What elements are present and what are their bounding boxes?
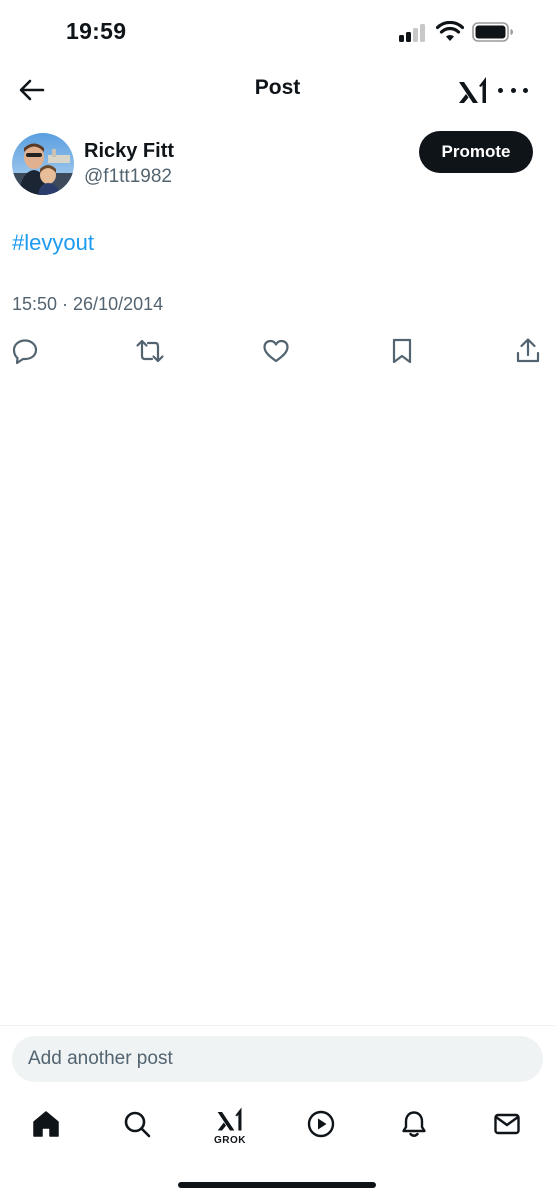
post-actions-bar <box>0 334 555 368</box>
video-icon <box>307 1110 335 1138</box>
grok-logo-icon <box>459 77 486 103</box>
compose-divider <box>0 1025 555 1026</box>
home-indicator[interactable] <box>178 1182 376 1188</box>
status-bar: 19:59 <box>0 0 555 66</box>
reply-button[interactable] <box>9 334 41 368</box>
tab-video[interactable] <box>301 1104 341 1144</box>
more-options-button[interactable] <box>498 76 528 104</box>
status-time: 19:59 <box>66 18 127 44</box>
home-icon <box>33 1111 59 1137</box>
grok-icon <box>217 1107 242 1131</box>
tab-search[interactable] <box>117 1104 157 1144</box>
grok-button[interactable] <box>456 73 490 107</box>
messages-icon <box>494 1113 520 1135</box>
like-icon <box>263 339 289 363</box>
cellular-signal-icon <box>399 24 429 42</box>
grok-tab-label: GROK <box>214 1135 246 1146</box>
post-detail-screen: 19:59 Post Ricky Fitt @f1tt1982 Promote … <box>0 0 555 1200</box>
author-handle[interactable]: @f1tt1982 <box>84 166 172 188</box>
ellipsis-dot <box>510 87 516 93</box>
add-another-post-input[interactable]: Add another post <box>12 1036 543 1082</box>
tab-home[interactable] <box>26 1104 66 1144</box>
share-button[interactable] <box>512 334 544 368</box>
notifications-icon <box>402 1111 426 1137</box>
post-timestamp: 15:50 · 26/10/2014 <box>12 294 164 314</box>
avatar[interactable] <box>12 133 74 195</box>
ellipsis-dot <box>498 87 503 93</box>
search-icon <box>124 1111 151 1138</box>
like-button[interactable] <box>260 334 292 368</box>
profile-photo <box>12 133 74 195</box>
top-navigation-bar: Post <box>0 66 555 114</box>
reply-icon <box>12 339 38 365</box>
bottom-tab-bar: GROK <box>0 1096 555 1156</box>
bookmark-icon <box>392 338 412 364</box>
battery-icon <box>472 22 513 42</box>
ellipsis-dot <box>523 87 528 93</box>
post-hashtag-link[interactable]: #levyout <box>12 230 94 256</box>
author-name[interactable]: Ricky Fitt <box>84 140 174 163</box>
repost-button[interactable] <box>134 334 166 368</box>
tab-notifications[interactable] <box>394 1104 434 1144</box>
repost-icon <box>136 339 164 363</box>
wifi-icon <box>436 21 464 41</box>
tab-messages[interactable] <box>487 1104 527 1144</box>
tab-grok[interactable]: GROK <box>208 1102 252 1148</box>
share-icon <box>516 338 540 363</box>
promote-button[interactable]: Promote <box>419 131 533 173</box>
bookmark-button[interactable] <box>386 334 418 368</box>
compose-placeholder: Add another post <box>28 1048 173 1069</box>
